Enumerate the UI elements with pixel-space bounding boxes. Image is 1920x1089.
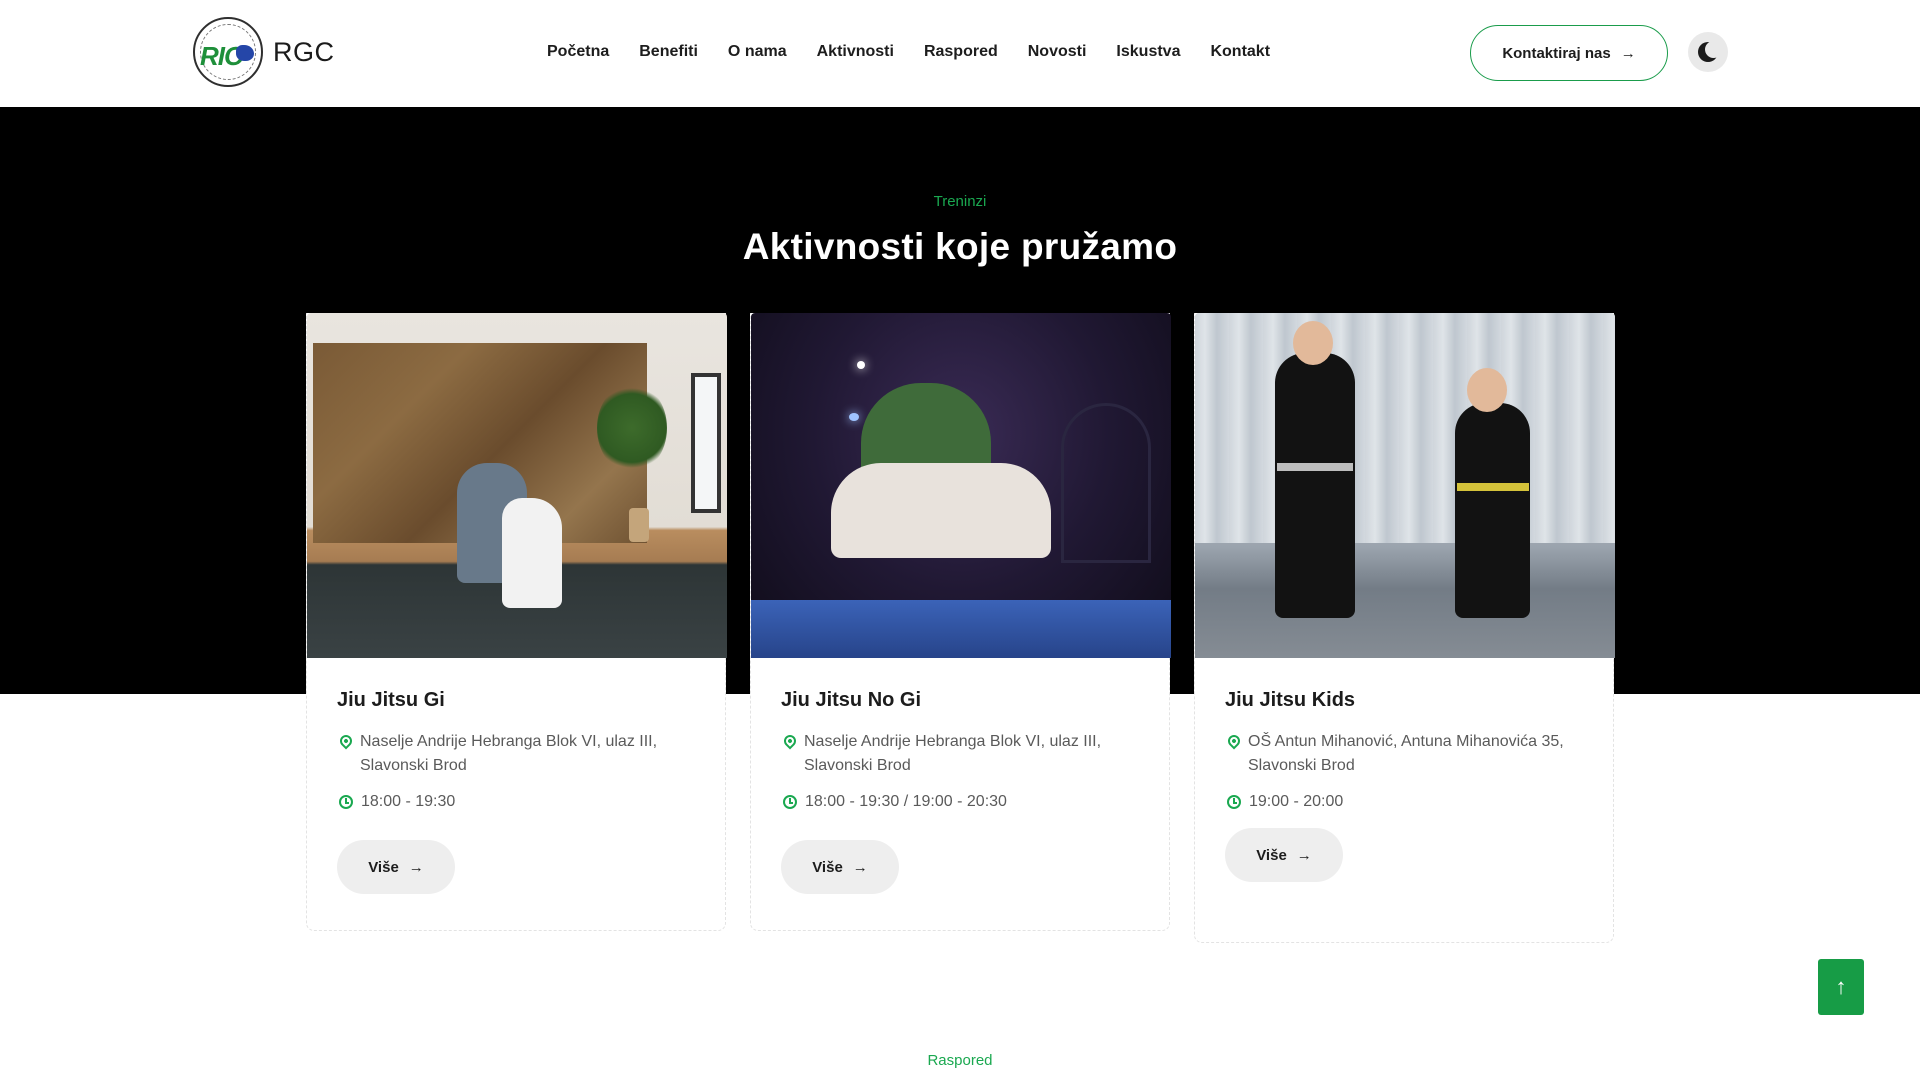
contact-button[interactable]: Kontaktiraj nas →: [1470, 25, 1668, 81]
location-pin-icon: [1225, 732, 1243, 750]
arrow-right-icon: →: [1296, 846, 1312, 864]
nav-item-raspored[interactable]: Raspored: [924, 43, 998, 61]
nav-item-novosti[interactable]: Novosti: [1028, 43, 1087, 61]
nav-item-aktivnosti[interactable]: Aktivnosti: [817, 43, 894, 61]
clock-icon: [1227, 795, 1241, 809]
activity-card: Jiu Jitsu No Gi Naselje Andrije Hebranga…: [750, 313, 1171, 931]
scroll-to-top-button[interactable]: ↑: [1818, 959, 1864, 1015]
logo-badge-icon: RIO: [193, 17, 263, 87]
activities-title: Aktivnosti koje pružamo: [742, 226, 1178, 267]
main-nav: Početna Benefiti O nama Aktivnosti Raspo…: [547, 43, 1270, 61]
schedule-eyebrow: Raspored: [927, 1052, 993, 1069]
activity-location: Naselje Andrije Hebranga Blok VI, ulaz I…: [337, 730, 695, 778]
nav-item-o-nama[interactable]: O nama: [728, 43, 787, 61]
theme-toggle-button[interactable]: [1688, 32, 1728, 72]
contact-button-label: Kontaktiraj nas: [1502, 44, 1611, 62]
site-header: RIO RGC Početna Benefiti O nama Aktivnos…: [0, 0, 1920, 107]
activity-title: Jiu Jitsu Gi: [337, 689, 445, 711]
activity-title: Jiu Jitsu No Gi: [781, 689, 922, 711]
nav-item-benefiti[interactable]: Benefiti: [639, 43, 698, 61]
moon-icon: [1698, 41, 1722, 62]
activity-time: 19:00 - 20:00: [1225, 790, 1583, 814]
arrow-right-icon: →: [852, 858, 868, 876]
activity-photo: [751, 313, 1171, 658]
activity-card: Jiu Jitsu Gi Naselje Andrije Hebranga Bl…: [306, 313, 727, 931]
activity-photo: [1195, 313, 1615, 658]
activity-time: 18:00 - 19:30: [337, 790, 695, 814]
location-pin-icon: [337, 732, 355, 750]
arrow-up-icon: ↑: [1835, 974, 1847, 999]
arrow-right-icon: →: [408, 858, 424, 876]
logo[interactable]: RIO RGC: [193, 17, 335, 87]
nav-item-iskustva[interactable]: Iskustva: [1116, 43, 1180, 61]
location-pin-icon: [781, 732, 799, 750]
more-button[interactable]: Više →: [337, 840, 455, 894]
more-button[interactable]: Više →: [781, 840, 899, 894]
nav-item-kontakt[interactable]: Kontakt: [1210, 43, 1270, 61]
nav-item-pocetna[interactable]: Početna: [547, 43, 609, 61]
activity-title: Jiu Jitsu Kids: [1225, 689, 1356, 711]
activity-time: 18:00 - 19:30 / 19:00 - 20:30: [781, 790, 1139, 814]
more-button[interactable]: Više →: [1225, 828, 1343, 882]
activity-card: Jiu Jitsu Kids OŠ Antun Mihanović, Antun…: [1194, 313, 1615, 943]
clock-icon: [783, 795, 797, 809]
activities-eyebrow: Treninzi: [933, 193, 987, 210]
arrow-right-icon: →: [1620, 44, 1636, 62]
activity-location: Naselje Andrije Hebranga Blok VI, ulaz I…: [781, 730, 1139, 778]
logo-text: RGC: [273, 36, 335, 67]
activity-location: OŠ Antun Mihanović, Antuna Mihanovića 35…: [1225, 730, 1583, 778]
clock-icon: [339, 795, 353, 809]
activity-photo: [307, 313, 727, 658]
